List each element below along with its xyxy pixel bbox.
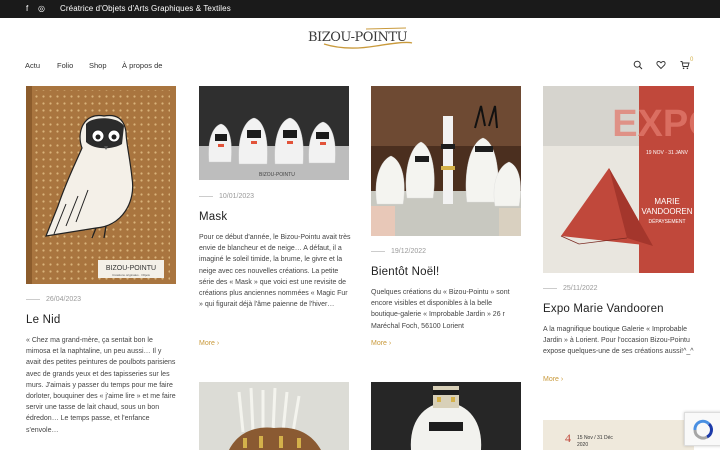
poster-subtitle: DÉPAYSEMENT xyxy=(648,218,685,225)
post-excerpt: A la magnifique boutique Galerie « Impro… xyxy=(543,326,694,356)
post-date: 19/12/2022 xyxy=(371,248,426,255)
post-image-row2-a[interactable] xyxy=(199,382,349,450)
post-excerpt: Pour ce début d'année, le Bizou-Pointu a… xyxy=(199,234,351,309)
poster-big-text: EXPO xyxy=(612,103,694,145)
post-excerpt: « Chez ma grand-mère, ça sentait bon le … xyxy=(26,337,176,434)
post-title[interactable]: Le Nid xyxy=(26,314,60,326)
post-image-bientot-noel[interactable] xyxy=(371,86,521,236)
poster-number: 4 xyxy=(565,431,571,445)
recaptcha-icon xyxy=(693,419,713,440)
more-link[interactable]: More › xyxy=(199,340,219,347)
site-tagline: Créatrice d'Objets d'Arts Graphiques & T… xyxy=(60,4,231,13)
post-title[interactable]: Mask xyxy=(199,211,227,223)
facebook-icon[interactable]: f xyxy=(26,3,28,15)
recaptcha-badge[interactable] xyxy=(684,412,720,446)
more-link[interactable]: More › xyxy=(371,340,391,347)
poster-dates: 15 Nov / 31 Déc xyxy=(577,435,613,441)
top-bar: f ◎ Créatrice d'Objets d'Arts Graphiques… xyxy=(0,0,720,18)
cart-icon[interactable] xyxy=(680,60,690,70)
post-title[interactable]: Expo Marie Vandooren xyxy=(543,303,664,315)
post-image-mask[interactable]: BIZOU-POINTU xyxy=(199,86,349,180)
post-date: 26/04/2023 xyxy=(26,296,81,303)
wishlist-heart-icon[interactable] xyxy=(656,60,666,70)
search-icon[interactable] xyxy=(633,60,643,70)
post-image-row2-b[interactable] xyxy=(371,382,521,450)
site-logo[interactable]: BIZOU-POINTU xyxy=(306,24,416,54)
nav-item-shop[interactable]: Shop xyxy=(89,61,107,70)
instagram-icon[interactable]: ◎ xyxy=(38,3,45,15)
post-date: 25/11/2022 xyxy=(543,285,598,292)
poster-dates: 19 NOV · 31 JANV xyxy=(646,150,689,156)
nav-item-actu[interactable]: Actu xyxy=(25,61,40,70)
image-caption: BIZOU-POINTU xyxy=(106,265,156,272)
image-caption: BIZOU-POINTU xyxy=(259,172,295,178)
image-subcaption: Créations originales · Objets xyxy=(112,273,150,277)
post-image-row2-c[interactable]: 4 15 Nov / 31 Déc 2020 xyxy=(543,420,694,450)
post-image-expo-poster[interactable]: EXPO 19 NOV · 31 JANV MARIE VANDOOREN DÉ… xyxy=(543,86,694,273)
post-image-le-nid[interactable]: BIZOU-POINTU Créations originales · Obje… xyxy=(26,86,176,284)
post-date: 10/01/2023 xyxy=(199,193,254,200)
nav-item-folio[interactable]: Folio xyxy=(57,61,73,70)
post-title[interactable]: Bientôt Noël! xyxy=(371,266,439,278)
poster-name-1: MARIE xyxy=(654,197,679,206)
post-excerpt: Quelques créations du « Bizou-Pointu » s… xyxy=(371,289,510,330)
logo-text: BIZOU-POINTU xyxy=(308,30,408,45)
more-link[interactable]: More › xyxy=(543,376,563,383)
poster-name-2: VANDOOREN xyxy=(642,207,693,216)
cart-count-badge: 0 xyxy=(690,57,694,63)
poster-year: 2020 xyxy=(577,442,588,448)
nav-item-a-propos[interactable]: À propos de xyxy=(122,61,162,70)
